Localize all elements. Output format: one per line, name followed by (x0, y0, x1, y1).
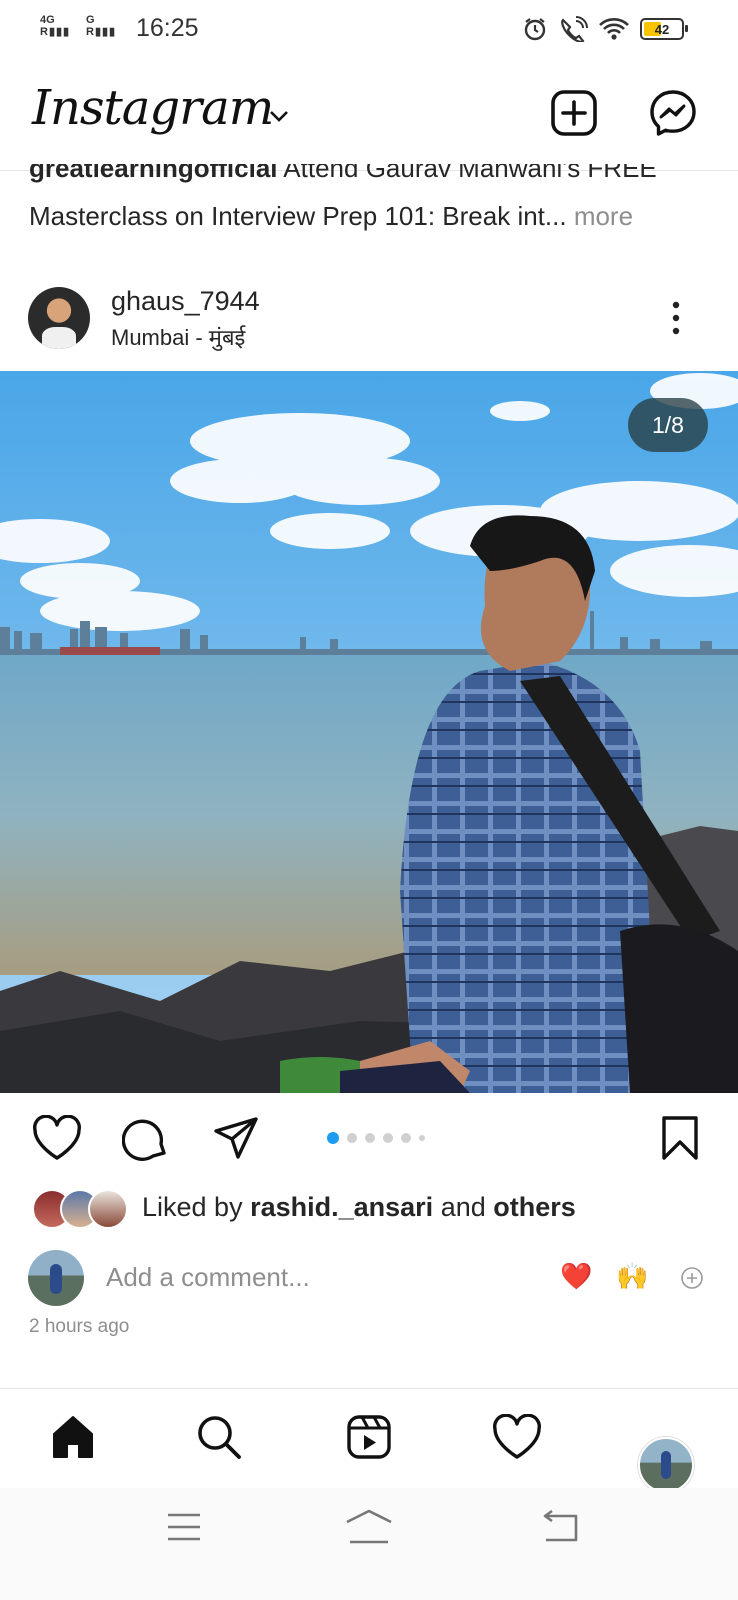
profile-tab-avatar[interactable] (638, 1437, 694, 1493)
new-post-icon[interactable] (550, 89, 598, 137)
wifi-icon (599, 18, 629, 40)
caption-username[interactable]: greatlearningofficial (29, 164, 278, 183)
carousel-dot (401, 1133, 411, 1143)
post-photo[interactable] (0, 371, 738, 1093)
caption-more-link[interactable]: more (574, 201, 633, 231)
likes-prefix: Liked by (142, 1192, 243, 1222)
likes-conjunction: and (440, 1192, 486, 1222)
network-indicator-2: G R▮▮▮ (86, 14, 117, 38)
more-options-icon[interactable] (670, 300, 682, 336)
quick-reaction-heart[interactable]: ❤️ (560, 1261, 592, 1292)
liker-username[interactable]: rashid._ansari (250, 1192, 433, 1222)
carousel-dot (419, 1135, 425, 1141)
activity-heart-icon[interactable] (492, 1414, 542, 1460)
add-reaction-icon[interactable] (680, 1266, 704, 1290)
comment-input[interactable] (106, 1262, 526, 1293)
messenger-icon[interactable] (648, 88, 698, 138)
battery-level: 42 (654, 21, 670, 37)
quick-reaction-raised-hands[interactable]: 🙌 (616, 1261, 648, 1292)
previous-post-caption: greatlearningofficial Attend Gaurav Manw… (29, 164, 719, 234)
image-counter: 1/8 (628, 398, 708, 452)
bookmark-icon[interactable] (660, 1115, 700, 1161)
app-header: Instagram (0, 72, 738, 171)
carousel-dot (347, 1133, 357, 1143)
likes-others-link[interactable]: others (493, 1192, 576, 1222)
carousel-dot (365, 1133, 375, 1143)
network-indicator-1: 4G R▮▮▮ (40, 14, 71, 38)
share-icon[interactable] (212, 1115, 260, 1163)
chevron-down-icon[interactable] (268, 108, 290, 124)
instagram-logo[interactable]: Instagram (32, 80, 274, 136)
battery-icon: 42 (640, 18, 688, 40)
network-type-label-2: G (86, 14, 95, 26)
reels-icon[interactable] (346, 1414, 392, 1460)
network-type-label: 4G (40, 14, 55, 26)
caption-text-1: Attend Gaurav Manwani's FREE (283, 164, 657, 183)
carousel-indicator (327, 1132, 425, 1144)
system-nav-bar (0, 1488, 738, 1600)
wifi-calling-icon (561, 16, 588, 42)
post-timestamp: 2 hours ago (29, 1316, 130, 1337)
carousel-dot (383, 1133, 393, 1143)
carousel-dot (327, 1132, 339, 1144)
home-icon[interactable] (50, 1414, 96, 1460)
alarm-icon (524, 18, 546, 41)
comment-icon[interactable] (122, 1115, 170, 1163)
likes-summary[interactable]: Liked by rashid._ansari and others (142, 1192, 576, 1223)
clock: 16:25 (136, 14, 199, 42)
caption-text-2: Masterclass on Interview Prep 101: Break… (29, 201, 567, 231)
back-icon[interactable] (540, 1510, 580, 1542)
post-username[interactable]: ghaus_7944 (111, 286, 260, 317)
home-button-icon[interactable] (344, 1508, 394, 1544)
status-bar: 4G R▮▮▮ G R▮▮▮ 16:25 42 (0, 0, 738, 58)
search-icon[interactable] (196, 1414, 242, 1460)
liker-avatar[interactable] (88, 1189, 128, 1229)
menu-icon[interactable] (166, 1512, 202, 1542)
like-icon[interactable] (32, 1115, 82, 1161)
post-location[interactable]: Mumbai - मुंबई (111, 322, 245, 352)
post-author-avatar[interactable] (28, 287, 90, 349)
status-icons: 42 (522, 16, 688, 42)
current-user-avatar (28, 1250, 84, 1306)
